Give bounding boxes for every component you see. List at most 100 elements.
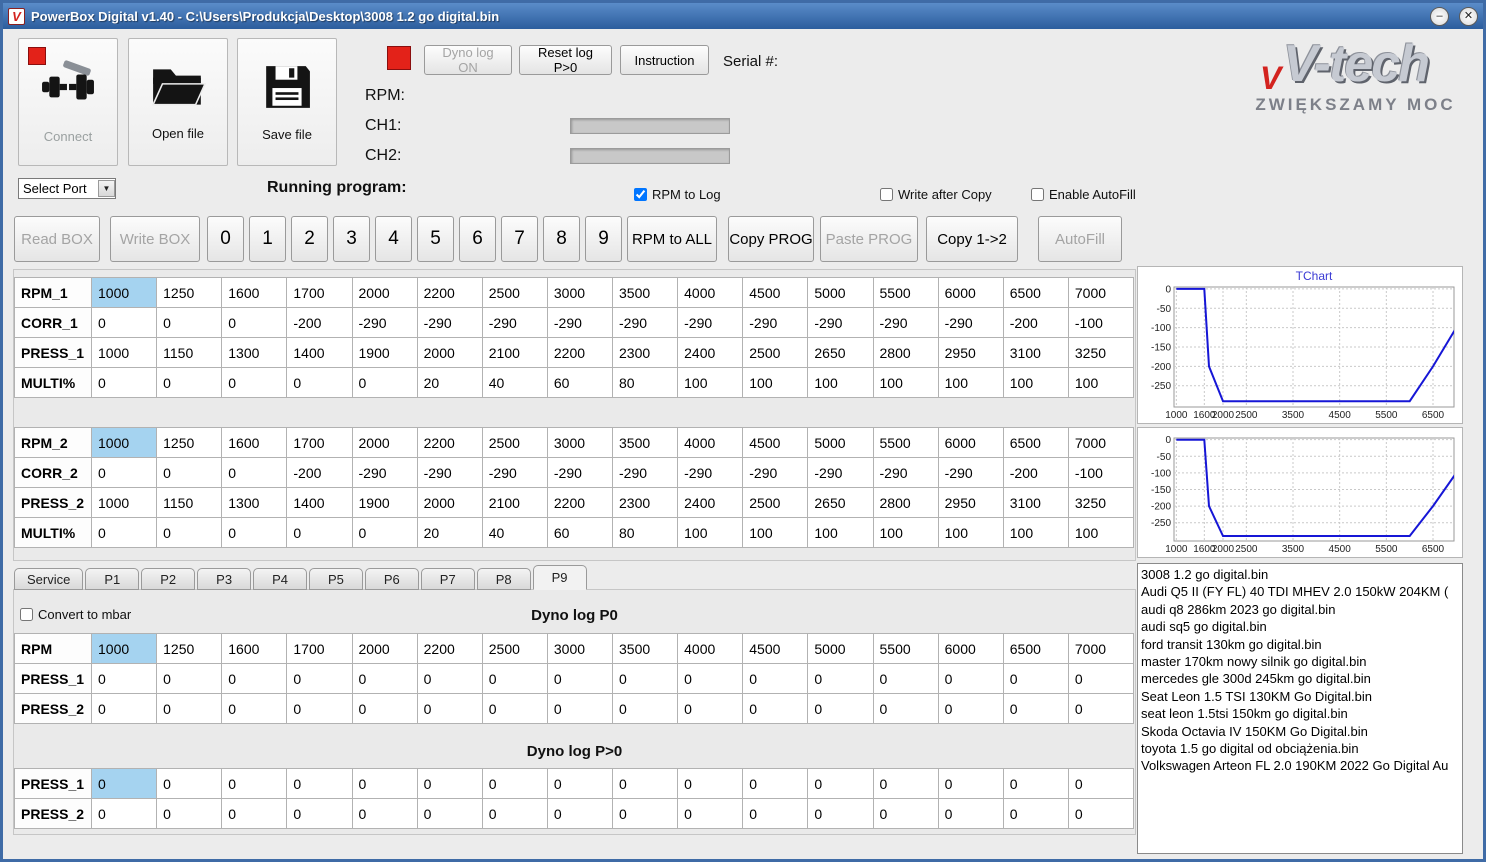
digit-button-7[interactable]: 7 [501, 216, 538, 262]
close-button[interactable]: ✕ [1459, 6, 1478, 26]
file-list-item[interactable]: toyota 1.5 go digital od obciążenia.bin [1141, 740, 1462, 757]
file-list-item[interactable]: seat leon 1.5tsi 150km go digital.bin [1141, 705, 1462, 722]
grid-cell[interactable]: 0 [221, 693, 288, 724]
grid-cell[interactable]: -290 [807, 457, 874, 488]
grid-cell[interactable]: -290 [872, 457, 939, 488]
tab-p6[interactable]: P6 [364, 568, 419, 590]
grid-cell[interactable]: 0 [872, 663, 939, 694]
grid-cell[interactable]: 6000 [937, 277, 1004, 308]
grid-cell[interactable]: 2950 [937, 337, 1004, 368]
grid-cell[interactable]: 5500 [872, 427, 939, 458]
write-after-copy-checkbox[interactable] [880, 188, 893, 201]
grid-cell[interactable]: 0 [1067, 768, 1135, 799]
file-list-item[interactable]: mercedes gle 300d 245km go digital.bin [1141, 670, 1462, 687]
grid-cell[interactable]: 100 [937, 517, 1004, 548]
grid-cell[interactable]: -290 [416, 457, 483, 488]
grid-cell[interactable]: 100 [937, 367, 1004, 398]
grid-cell[interactable]: 100 [742, 517, 809, 548]
digit-button-0[interactable]: 0 [207, 216, 244, 262]
grid-cell[interactable]: 60 [546, 517, 614, 548]
grid-cell[interactable]: 0 [937, 768, 1004, 799]
enable-autofill-checkbox[interactable] [1031, 188, 1044, 201]
grid-cell[interactable]: 2300 [611, 487, 679, 518]
grid-cell[interactable]: 3250 [1067, 487, 1135, 518]
grid-cell[interactable]: 1400 [286, 487, 353, 518]
grid-cell[interactable]: -200 [1002, 307, 1069, 338]
grid-cell[interactable]: 3100 [1002, 337, 1069, 368]
digit-button-4[interactable]: 4 [375, 216, 412, 262]
grid-cell[interactable]: 0 [611, 798, 679, 829]
grid-cell[interactable]: 2000 [416, 487, 483, 518]
grid-cell[interactable]: 0 [351, 367, 418, 398]
digit-button-5[interactable]: 5 [417, 216, 454, 262]
grid-cell[interactable]: 2200 [416, 427, 483, 458]
grid-cell[interactable]: 4000 [677, 277, 744, 308]
grid-cell[interactable]: 2650 [807, 337, 874, 368]
grid-cell[interactable]: -100 [1067, 457, 1135, 488]
grid-cell[interactable]: 7000 [1067, 633, 1135, 664]
grid-cell[interactable]: 1000 [90, 337, 158, 368]
grid-cell[interactable]: 0 [416, 693, 483, 724]
grid-cell[interactable]: 0 [221, 457, 288, 488]
grid-cell[interactable]: 5000 [807, 277, 874, 308]
grid-cell[interactable]: 0 [546, 768, 614, 799]
grid-cell[interactable]: 100 [677, 517, 744, 548]
grid-cell[interactable]: 0 [351, 517, 418, 548]
grid-cell[interactable]: 2500 [481, 427, 548, 458]
grid-cell[interactable]: -290 [937, 457, 1004, 488]
tab-p2[interactable]: P2 [141, 568, 196, 590]
grid-cell[interactable]: 0 [416, 663, 483, 694]
tab-p9[interactable]: P9 [532, 565, 587, 590]
grid-cell[interactable]: 0 [286, 693, 353, 724]
port-select[interactable]: Select Port ▼ [18, 178, 116, 199]
file-list-item[interactable]: Seat Leon 1.5 TSI 130KM Go Digital.bin [1141, 688, 1462, 705]
grid-cell[interactable]: 0 [90, 768, 158, 799]
tab-p5[interactable]: P5 [308, 568, 363, 590]
grid-cell[interactable]: 1600 [221, 427, 288, 458]
grid-cell[interactable]: 0 [90, 663, 158, 694]
grid-cell[interactable]: -290 [481, 457, 548, 488]
grid-cell[interactable]: 20 [416, 367, 483, 398]
grid-cell[interactable]: 0 [156, 517, 223, 548]
grid-cell[interactable]: 0 [416, 798, 483, 829]
grid-cell[interactable]: 6000 [937, 633, 1004, 664]
grid-cell[interactable]: 0 [286, 367, 353, 398]
grid-cell[interactable]: 3000 [546, 633, 614, 664]
grid-cell[interactable]: 0 [937, 693, 1004, 724]
grid-cell[interactable]: 1900 [351, 487, 418, 518]
grid-cell[interactable]: 2400 [677, 337, 744, 368]
grid-cell[interactable]: 2000 [416, 337, 483, 368]
grid-cell[interactable]: 3500 [611, 427, 679, 458]
digit-button-9[interactable]: 9 [585, 216, 622, 262]
grid-cell[interactable]: 0 [90, 307, 158, 338]
grid-cell[interactable]: 100 [1067, 517, 1135, 548]
open-file-button[interactable]: Open file [128, 38, 228, 166]
file-list-item[interactable]: ford transit 130km go digital.bin [1141, 636, 1462, 653]
grid-cell[interactable]: 2800 [872, 337, 939, 368]
grid-cell[interactable]: 2100 [481, 487, 548, 518]
grid-cell[interactable]: 4500 [742, 427, 809, 458]
grid-cell[interactable]: 0 [286, 663, 353, 694]
grid-cell[interactable]: 0 [1002, 768, 1069, 799]
digit-button-1[interactable]: 1 [249, 216, 286, 262]
grid-cell[interactable]: 0 [546, 693, 614, 724]
grid-cell[interactable]: 1600 [221, 277, 288, 308]
grid-cell[interactable]: 0 [286, 517, 353, 548]
grid-cell[interactable]: 0 [677, 768, 744, 799]
digit-button-8[interactable]: 8 [543, 216, 580, 262]
grid-cell[interactable]: 1000 [90, 487, 158, 518]
grid-cell[interactable]: 2000 [351, 277, 418, 308]
grid-cell[interactable]: 0 [546, 663, 614, 694]
grid-cell[interactable]: 0 [937, 663, 1004, 694]
file-list-item[interactable]: master 170km nowy silnik go digital.bin [1141, 653, 1462, 670]
grid-cell[interactable]: 100 [872, 367, 939, 398]
grid-cell[interactable]: 7000 [1067, 277, 1135, 308]
grid-cell[interactable]: 1250 [156, 427, 223, 458]
grid-cell[interactable]: 2200 [546, 487, 614, 518]
grid-cell[interactable]: 2500 [481, 633, 548, 664]
grid-cell[interactable]: 1600 [221, 633, 288, 664]
grid-cell[interactable]: -290 [611, 307, 679, 338]
grid-cell[interactable]: 40 [481, 517, 548, 548]
grid-cell[interactable]: -290 [677, 307, 744, 338]
grid-cell[interactable]: -290 [611, 457, 679, 488]
